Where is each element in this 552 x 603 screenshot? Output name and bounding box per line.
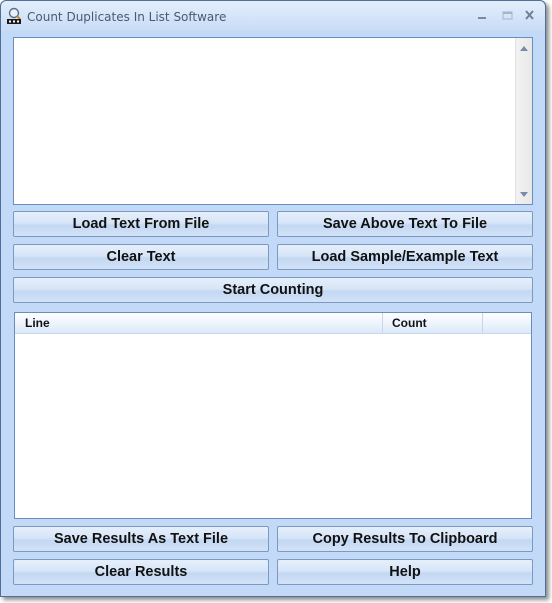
save-above-text-to-file-button[interactable]: Save Above Text To File <box>277 211 533 237</box>
app-window: Count Duplicates In List Software Load T… <box>0 0 546 597</box>
window-title: Count Duplicates In List Software <box>27 10 227 24</box>
scroll-down-arrow-icon[interactable] <box>520 192 528 197</box>
column-header-count[interactable]: Count <box>383 313 483 333</box>
minimize-icon <box>478 17 486 19</box>
close-icon <box>525 10 534 20</box>
clear-text-button[interactable]: Clear Text <box>13 244 269 270</box>
close-button[interactable] <box>521 9 539 23</box>
clear-results-button[interactable]: Clear Results <box>13 559 269 585</box>
input-text-area-container <box>13 37 533 205</box>
vertical-scrollbar[interactable] <box>515 38 532 204</box>
minimize-button[interactable] <box>473 9 491 23</box>
start-counting-button[interactable]: Start Counting <box>13 277 533 303</box>
results-list[interactable]: Line Count <box>14 312 532 519</box>
help-button[interactable]: Help <box>277 559 533 585</box>
maximize-button[interactable] <box>498 9 516 23</box>
results-list-body[interactable] <box>15 334 531 518</box>
maximize-icon <box>502 11 513 20</box>
load-text-from-file-button[interactable]: Load Text From File <box>13 211 269 237</box>
title-bar[interactable]: Count Duplicates In List Software <box>1 1 545 31</box>
results-list-header: Line Count <box>15 313 531 334</box>
load-sample-text-button[interactable]: Load Sample/Example Text <box>277 244 533 270</box>
scroll-up-arrow-icon[interactable] <box>520 46 528 51</box>
save-results-as-text-file-button[interactable]: Save Results As Text File <box>13 526 269 552</box>
input-text-area[interactable] <box>14 38 517 204</box>
column-header-line[interactable]: Line <box>15 313 383 333</box>
copy-results-to-clipboard-button[interactable]: Copy Results To Clipboard <box>277 526 533 552</box>
magnifier-app-icon <box>6 7 24 25</box>
